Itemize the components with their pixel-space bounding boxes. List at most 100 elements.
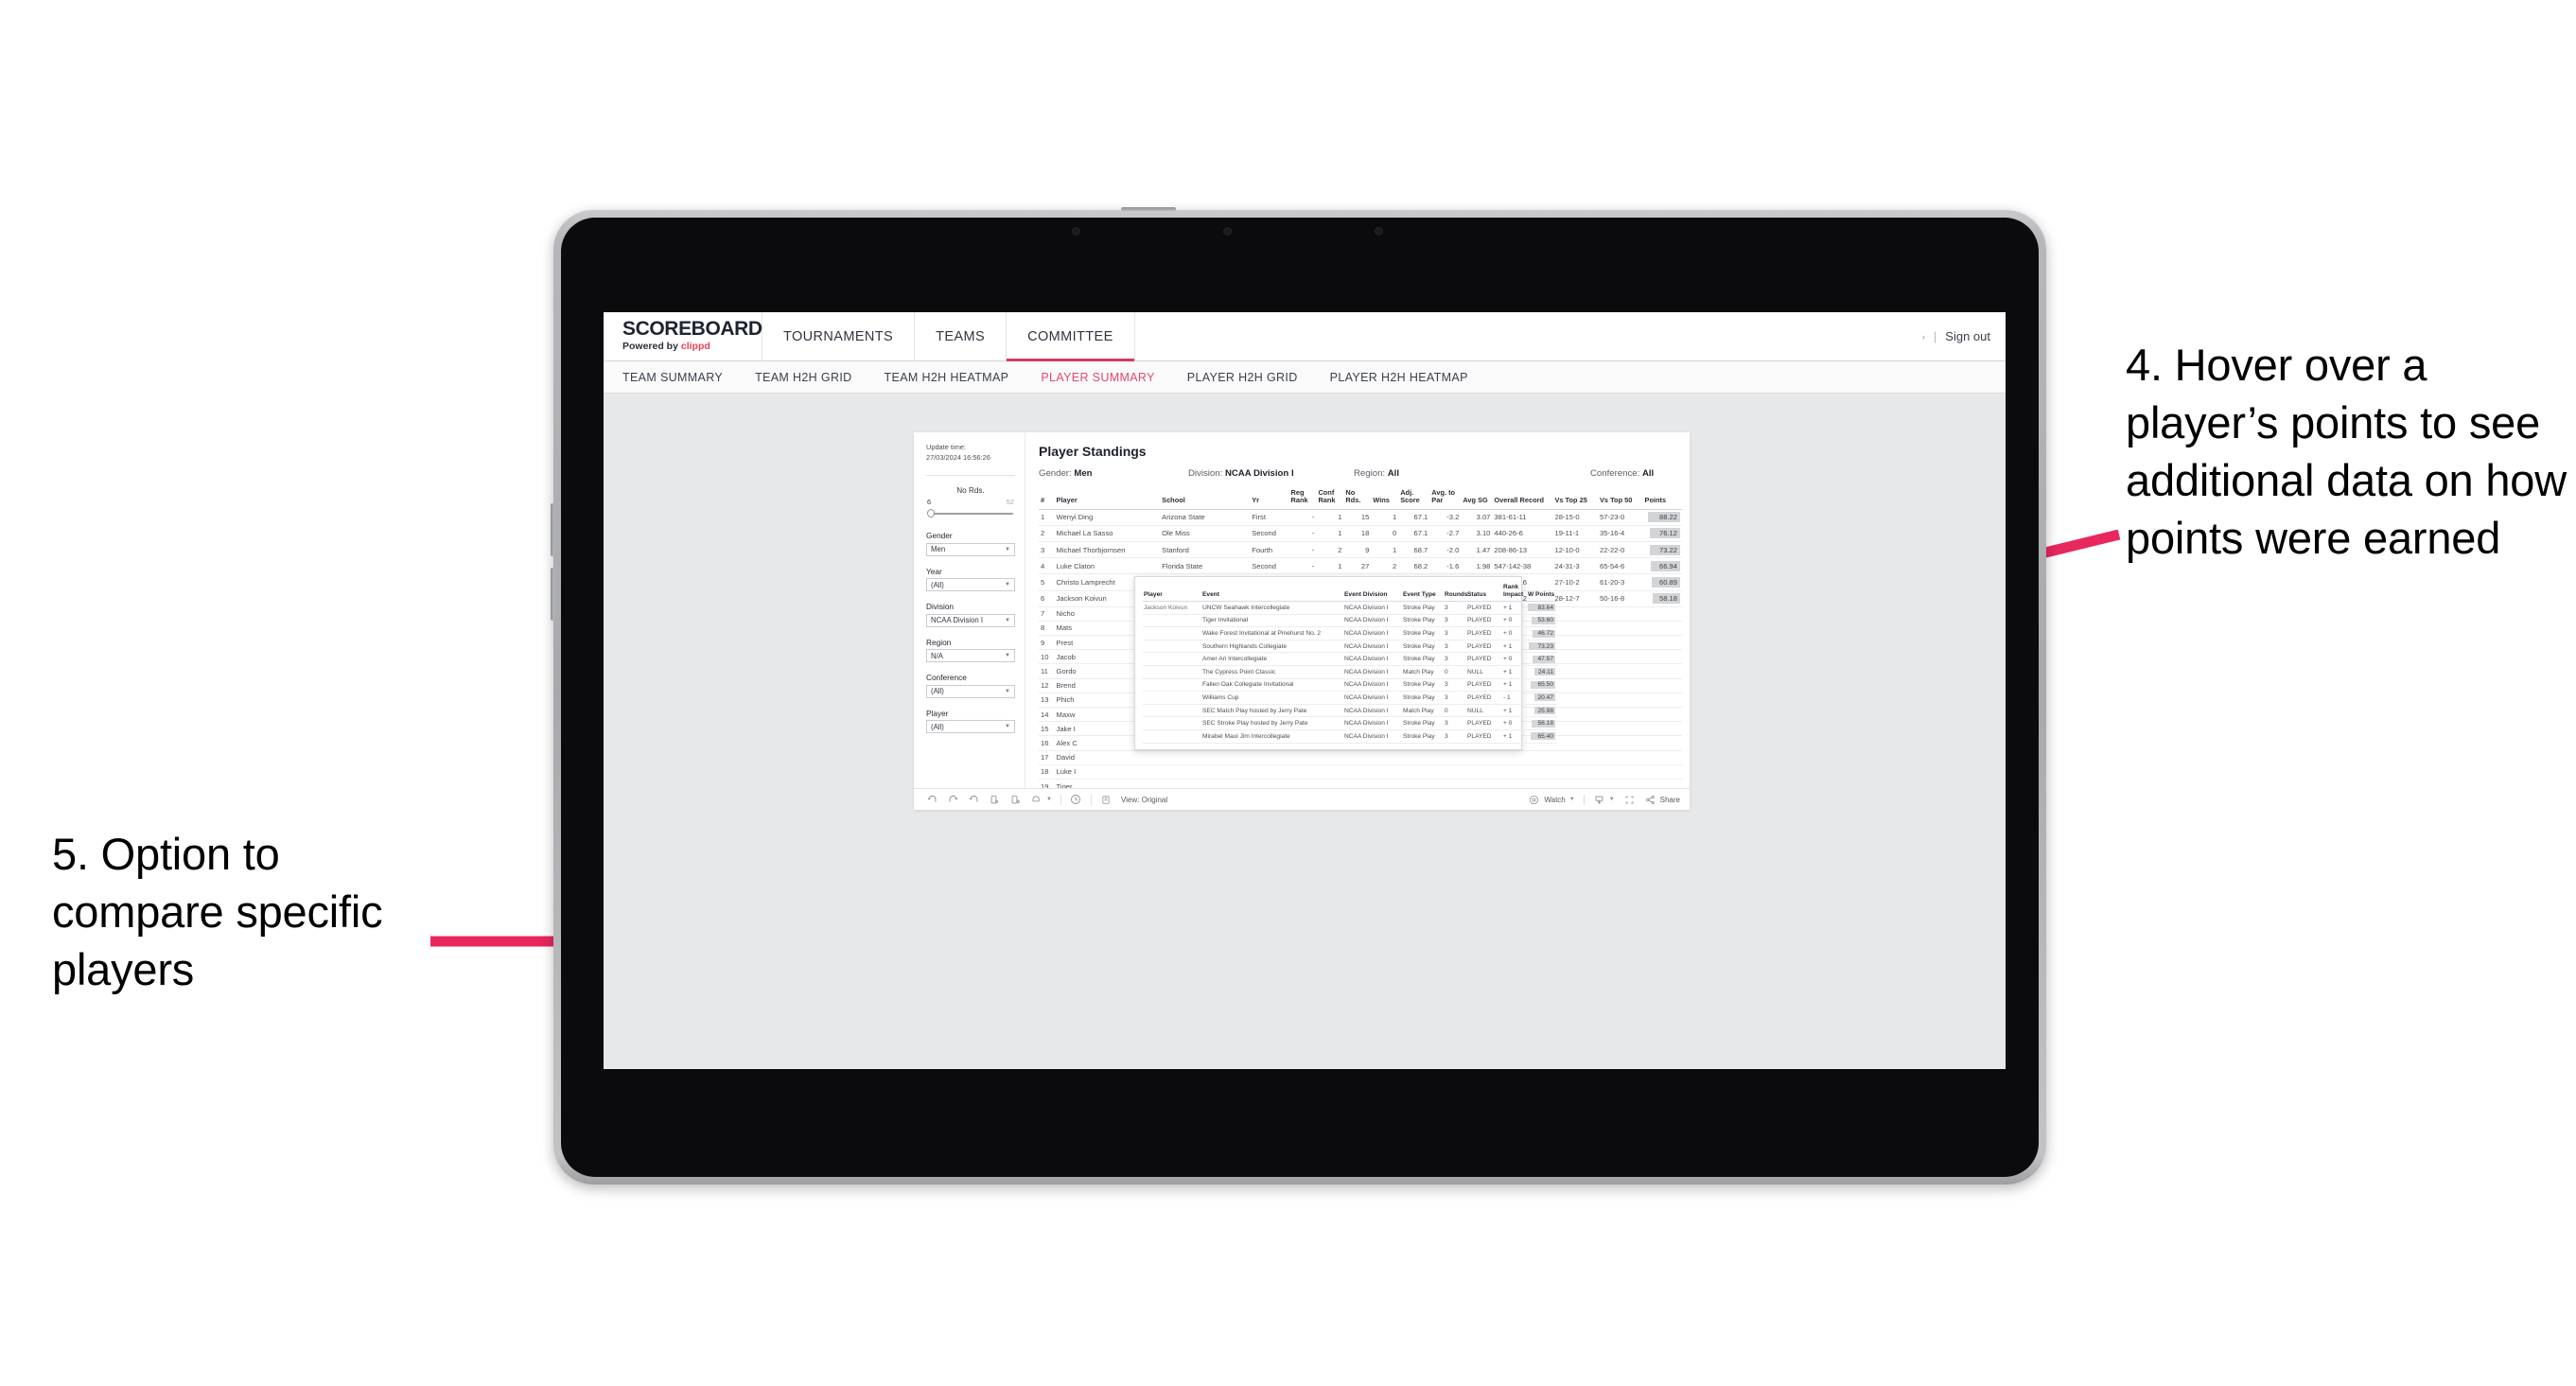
filter-year: Year (All) ▼ [926,567,1015,592]
filter-player-label: Player [926,708,949,718]
tooltip-cell-rounds: 0 [1444,704,1466,718]
table-row[interactable]: 4 Luke Claton Florida State Second -1 27 2 68.2… [1039,557,1682,575]
filter-division-select[interactable]: NCAA Division I ▼ [926,613,1015,627]
table-row[interactable]: 1 Wenyi Ding Arizona State First -1 15 1 67.1 -3… [1039,509,1682,526]
cell-points[interactable]: 76.12 [1642,525,1682,542]
divider [1060,794,1061,805]
meta-division-value: NCAA Division I [1224,468,1294,479]
cell-avg-sg: 3.10 [1461,525,1493,542]
pause-auto-updates-icon[interactable] [1009,794,1022,806]
fullscreen-icon[interactable] [1623,794,1636,806]
table-row[interactable]: 3 Michael Thorbjornsen Stanford Fourth -2 9 1 6… [1039,541,1682,559]
tooltip-cell-event: The Cypress Point Classic [1201,665,1343,679]
col-no-rounds[interactable]: No Rds. [1343,488,1372,510]
filter-player-value: (All) [931,722,944,731]
cell-conf-rank: 1 [1316,525,1344,542]
tooltip-cell-division: NCAA Division I [1343,691,1402,705]
history-icon[interactable] [1070,794,1082,806]
download-button[interactable]: ▼ [1593,794,1615,806]
cell-rank: 11 [1039,663,1055,679]
cell-points[interactable]: 60.89 [1642,573,1682,591]
volume-up-button[interactable] [551,503,554,556]
viz-toolbar: ▼ View: Original Watch ▼ ▼ Share [914,788,1690,810]
slider-handle[interactable] [927,509,935,518]
table-row[interactable]: 18 Luke I [1039,764,1682,780]
tooltip-cell-division: NCAA Division I [1343,678,1402,693]
no-rounds-slider[interactable]: No Rds. 6 52 [926,486,1015,518]
tab-team-h2h-grid[interactable]: TEAM H2H GRID [755,371,851,384]
cell-rank: 1 [1039,509,1055,526]
redo-icon[interactable] [947,794,959,806]
w-points-bar: 73.23 [1529,642,1555,651]
cell-points[interactable]: 88.22 [1642,509,1682,526]
cell-rank: 3 [1039,541,1055,559]
volume-down-button[interactable] [551,568,554,621]
table-row[interactable]: 17 David [1039,750,1682,765]
cell-overall-record: 208-86-13 [1492,541,1553,559]
col-avg-to-par[interactable]: Avg. to Par [1429,488,1462,510]
tooltip-cell-rounds: 3 [1444,601,1466,615]
cell-wins: 1 [1371,509,1399,526]
tooltip-cell-player [1143,678,1201,693]
slider-track[interactable] [926,509,1015,518]
filter-region-select[interactable]: N/A ▼ [926,649,1015,663]
cell-points[interactable]: 58.18 [1642,590,1682,607]
tab-player-h2h-grid[interactable]: PLAYER H2H GRID [1187,371,1298,384]
col-rank[interactable]: # [1039,489,1055,510]
nav-item-tournaments[interactable]: TOURNAMENTS [762,312,916,360]
table-row[interactable]: 2 Michael La Sasso Ole Miss Second -1 18 0 67.1… [1039,525,1682,542]
col-yr[interactable]: Yr [1250,489,1289,510]
col-conf-rank[interactable]: Conf Rank [1316,488,1344,510]
col-avg-sg[interactable]: Avg SG [1461,489,1493,510]
w-points-bar: 56.18 [1531,719,1555,728]
brand-logo[interactable]: SCOREBOARD Powered by clippd [604,312,762,360]
filter-region: Region N/A ▼ [926,638,1015,663]
col-adj-score[interactable]: Adj. Score [1398,488,1430,510]
chevron-right-icon[interactable]: › [1922,332,1925,342]
undo-icon[interactable] [926,794,938,806]
tooltip-table-body: Jackson Koivun UNCW Seahawk Intercollegia… [1143,601,1557,744]
camera-icon [1072,227,1080,236]
refresh-icon[interactable] [989,794,1001,806]
col-vs-top-50[interactable]: Vs Top 50 [1598,489,1643,510]
power-button[interactable] [1121,207,1176,211]
filter-gender-select[interactable]: Men ▼ [926,542,1015,556]
cell-points[interactable]: 73.22 [1642,541,1682,559]
tab-team-summary[interactable]: TEAM SUMMARY [622,371,723,384]
col-vs-top-25[interactable]: Vs Top 25 [1552,489,1598,510]
alert-icon [1030,794,1043,806]
tt-col-player: Player [1143,584,1201,603]
watch-button[interactable]: Watch ▼ [1528,794,1575,806]
meta-conference-label: Conference: [1590,468,1640,479]
nav-item-committee[interactable]: COMMITTEE [1007,312,1135,361]
col-wins[interactable]: Wins [1371,489,1399,510]
col-school[interactable]: School [1160,489,1251,510]
col-points[interactable]: Points [1642,489,1682,510]
table-header: # Player School Yr Reg Rank Conf Rank No… [1039,488,1682,510]
app-header: SCOREBOARD Powered by clippd TOURNAMENTS… [604,312,2006,361]
cell-points[interactable]: 66.94 [1642,557,1682,575]
tt-col-event: Event [1201,584,1343,603]
tab-team-h2h-heatmap[interactable]: TEAM H2H HEATMAP [885,371,1009,384]
filter-year-label: Year [926,566,942,576]
view-original-label[interactable]: View: Original [1121,796,1167,804]
filter-conference-value: (All) [931,687,944,696]
tab-player-summary[interactable]: PLAYER SUMMARY [1041,371,1154,384]
filter-player-select[interactable]: (All) ▼ [926,720,1015,734]
share-button[interactable]: Share [1644,794,1680,806]
tooltip-cell-division: NCAA Division I [1343,704,1402,718]
sign-out-link[interactable]: Sign out [1945,329,1990,343]
col-reg-rank[interactable]: Reg Rank [1288,488,1317,510]
col-player[interactable]: Player [1054,489,1161,510]
alerts-dropdown[interactable]: ▼ [1030,794,1052,806]
tooltip-cell-player [1143,652,1201,666]
tab-player-h2h-heatmap[interactable]: PLAYER H2H HEATMAP [1330,371,1468,384]
filter-region-label: Region [926,637,952,647]
cell-vs-top-25: 12-10-0 [1552,541,1598,559]
nav-item-teams[interactable]: TEAMS [915,312,1008,360]
revert-icon[interactable] [968,794,980,806]
col-overall-record[interactable]: Overall Record [1492,489,1553,510]
filter-conference-select[interactable]: (All) ▼ [926,684,1015,698]
cell-school: Florida State [1160,557,1251,575]
filter-year-select[interactable]: (All) ▼ [926,578,1015,592]
